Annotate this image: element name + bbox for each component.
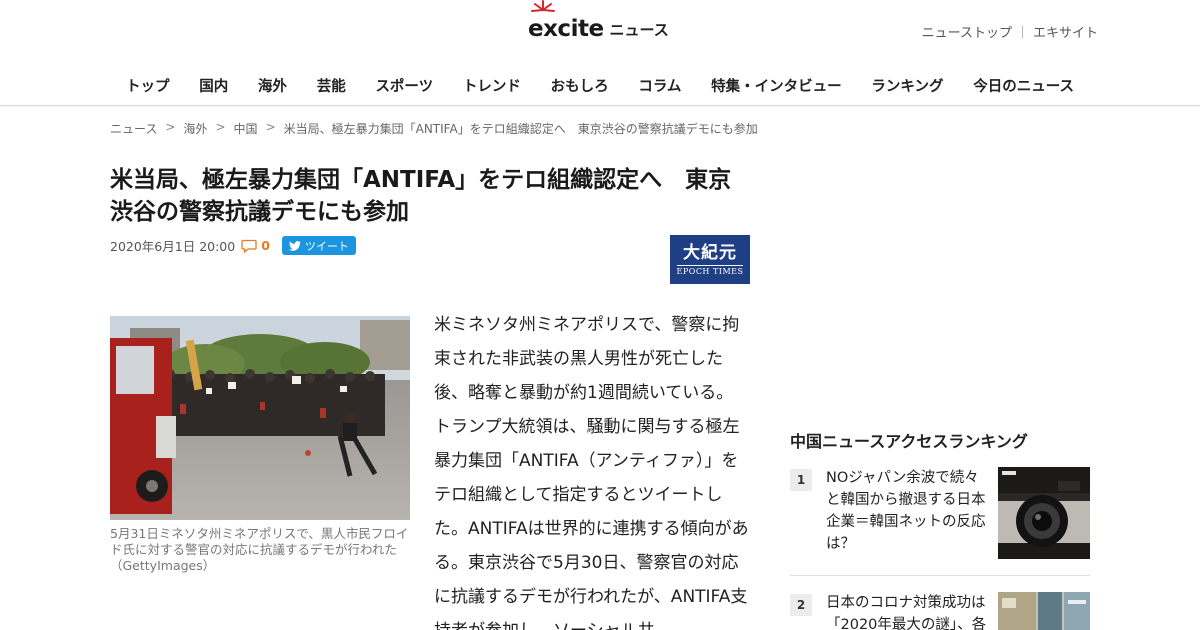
camera-thumbnail-image <box>998 467 1090 559</box>
nav-item-top[interactable]: トップ <box>126 75 170 96</box>
comment-count: 0 <box>261 238 270 253</box>
ranking-item-text[interactable]: NOジャパン余波で続々と韓国から撤退する日本企業＝韓国ネットの反応は？ <box>826 467 990 555</box>
epoch-logo-en: EPOCH TIMES <box>676 265 744 276</box>
ranking-item[interactable]: 1 NOジャパン余波で続々と韓国から撤退する日本企業＝韓国ネットの反応は？ <box>790 467 1090 559</box>
logo-news-label: ニュース <box>609 20 669 39</box>
article-title: 米当局、極左暴力集団「ANTIFA」をテロ組織認定へ 東京渋谷の警察抗議デモにも… <box>110 167 732 225</box>
article-body: 米ミネソタ州ミネアポリスで、警察に拘束された非武装の黒人男性が死亡した後、略奪と… <box>434 315 749 630</box>
tweet-label: ツイート <box>304 239 349 253</box>
rank-number: 1 <box>790 469 812 491</box>
nav-item-overseas[interactable]: 海外 <box>258 75 287 96</box>
excite-site-link[interactable]: エキサイト <box>1033 22 1098 41</box>
protest-photo-image <box>110 316 410 520</box>
ranking-item[interactable]: 2 日本のコロナ対策成功は「2020年最大の謎」、各 <box>790 592 1090 630</box>
breadcrumb-sep: > <box>165 120 176 134</box>
twitter-bird-icon <box>288 240 301 251</box>
breadcrumb-current: 米当局、極左暴力集団「ANTIFA」をテロ組織認定へ 東京渋谷の警察抗議デモにも… <box>283 122 758 136</box>
ranking-divider <box>790 575 1090 576</box>
news-thumbnail-image <box>998 592 1090 630</box>
comment-link[interactable]: 0 <box>241 238 270 253</box>
article-photo <box>110 316 410 520</box>
main-nav: トップ 国内 海外 芸能 スポーツ トレンド おもしろ コラム 特集・インタビュ… <box>110 68 1090 102</box>
nav-item-sports[interactable]: スポーツ <box>375 75 433 96</box>
breadcrumb: ニュース > 海外 > 中国 > 米当局、極左暴力集団「ANTIFA」をテロ組織… <box>110 120 758 137</box>
nav-item-ranking[interactable]: ランキング <box>871 75 943 96</box>
nav-item-trend[interactable]: トレンド <box>463 75 521 96</box>
nav-item-entertainment[interactable]: 芸能 <box>317 75 346 96</box>
ranking-thumbnail[interactable] <box>998 592 1090 630</box>
breadcrumb-overseas[interactable]: 海外 <box>183 120 207 137</box>
epoch-times-logo[interactable]: 大紀元 EPOCH TIMES <box>670 235 750 284</box>
photo-caption: 5月31日ミネソタ州ミネアポリスで、黒人市民フロイド氏に対する警官の対応に抗議す… <box>110 526 409 573</box>
breadcrumb-news[interactable]: ニュース <box>110 120 157 137</box>
nav-item-today[interactable]: 今日のニュース <box>973 75 1074 96</box>
logo-wordmark: excite <box>528 16 604 42</box>
ranking-item-text[interactable]: 日本のコロナ対策成功は「2020年最大の謎」、各 <box>826 592 990 630</box>
util-separator: ｜ <box>1015 26 1029 41</box>
breadcrumb-sep: > <box>265 120 276 134</box>
ranking-thumbnail[interactable] <box>998 467 1090 559</box>
nav-item-domestic[interactable]: 国内 <box>199 75 228 96</box>
article-meta: 2020年6月1日 20:00 0 ツイート <box>110 236 356 255</box>
excite-news-logo[interactable]: excite ニュース <box>528 0 669 46</box>
nav-item-feature[interactable]: 特集・インタビュー <box>711 75 842 96</box>
nav-item-column[interactable]: コラム <box>638 75 681 96</box>
breadcrumb-sep: > <box>215 120 226 134</box>
breadcrumb-china[interactable]: 中国 <box>234 120 258 137</box>
epoch-logo-ja: 大紀元 <box>683 243 737 263</box>
article-date: 2020年6月1日 20:00 <box>110 239 236 254</box>
nav-item-funny[interactable]: おもしろ <box>551 75 609 96</box>
site-header: excite ニュース ニューストップ ｜ エキサイト トップ 国内 海外 芸能… <box>0 0 1200 106</box>
tweet-button[interactable]: ツイート <box>281 236 356 255</box>
comment-icon <box>241 239 257 253</box>
ranking-title: 中国ニュースアクセスランキング <box>790 432 1028 451</box>
utility-links: ニューストップ ｜ エキサイト <box>922 22 1098 41</box>
rank-number: 2 <box>790 594 812 616</box>
news-top-link[interactable]: ニューストップ <box>922 22 1012 41</box>
